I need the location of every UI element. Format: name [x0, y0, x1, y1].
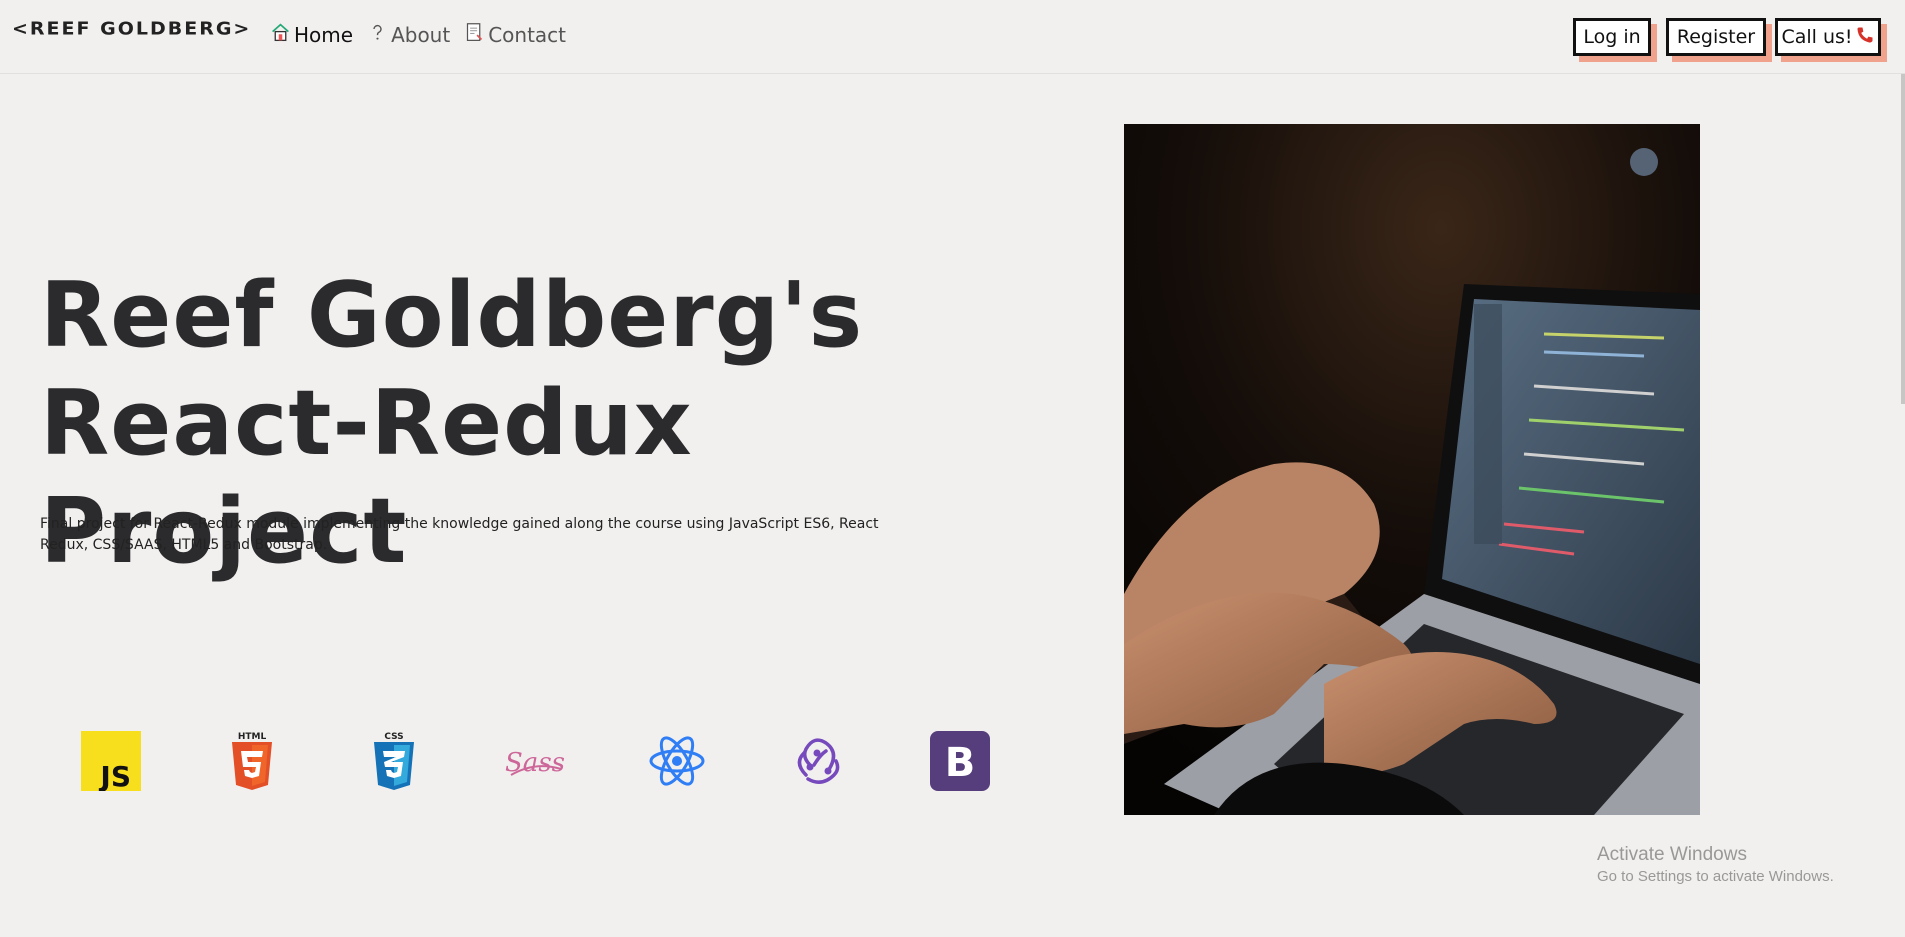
page-scrollbar[interactable]: [1901, 74, 1905, 404]
title-line-1: Reef Goldberg's: [40, 263, 864, 368]
nav-link-home-label: Home: [294, 23, 354, 47]
contact-icon: [464, 22, 485, 48]
login-button-label: Log in: [1583, 26, 1641, 48]
tech-stack-icons: JS HTML CSS Sass B: [81, 731, 1031, 791]
sass-logo: Sass: [505, 731, 565, 791]
css3-logo: CSS: [364, 731, 424, 791]
react-logo: [647, 731, 707, 791]
javascript-logo: JS: [81, 731, 141, 791]
login-button[interactable]: Log in: [1573, 18, 1651, 56]
question-icon: [367, 22, 388, 48]
home-icon: [270, 22, 291, 48]
bootstrap-logo-text: B: [945, 740, 976, 786]
css3-logo-text: CSS: [384, 732, 403, 742]
html5-logo: HTML: [222, 731, 282, 791]
nav-link-about[interactable]: About: [367, 22, 450, 48]
watermark-line-1: Activate Windows: [1597, 844, 1747, 865]
nav-link-home[interactable]: Home: [270, 22, 353, 48]
top-navbar: <REEF GOLDBERG> Home About Contact Log i…: [0, 0, 1905, 74]
brand-logo[interactable]: <REEF GOLDBERG>: [12, 19, 251, 39]
html5-logo-text: HTML: [238, 732, 267, 742]
register-button-label: Register: [1676, 26, 1756, 48]
nav-link-about-label: About: [391, 23, 451, 47]
call-us-button[interactable]: Call us!: [1775, 18, 1881, 56]
activate-windows-watermark: Activate Windows Go to Settings to activ…: [1597, 843, 1834, 887]
nav-link-contact[interactable]: Contact: [464, 22, 566, 48]
javascript-logo-text: JS: [98, 760, 131, 791]
hero-photo: [1124, 124, 1700, 815]
nav-links: Home About Contact: [270, 22, 580, 48]
call-us-button-label: Call us!: [1781, 26, 1853, 48]
register-button[interactable]: Register: [1666, 18, 1766, 56]
redux-logo: [788, 731, 848, 791]
watermark-line-2: Go to Settings to activate Windows.: [1597, 868, 1834, 885]
nav-link-contact-label: Contact: [488, 23, 567, 47]
bootstrap-logo: B: [930, 731, 990, 791]
project-description: Final project for React-Redux module imp…: [40, 516, 879, 553]
phone-icon: [1855, 25, 1875, 50]
